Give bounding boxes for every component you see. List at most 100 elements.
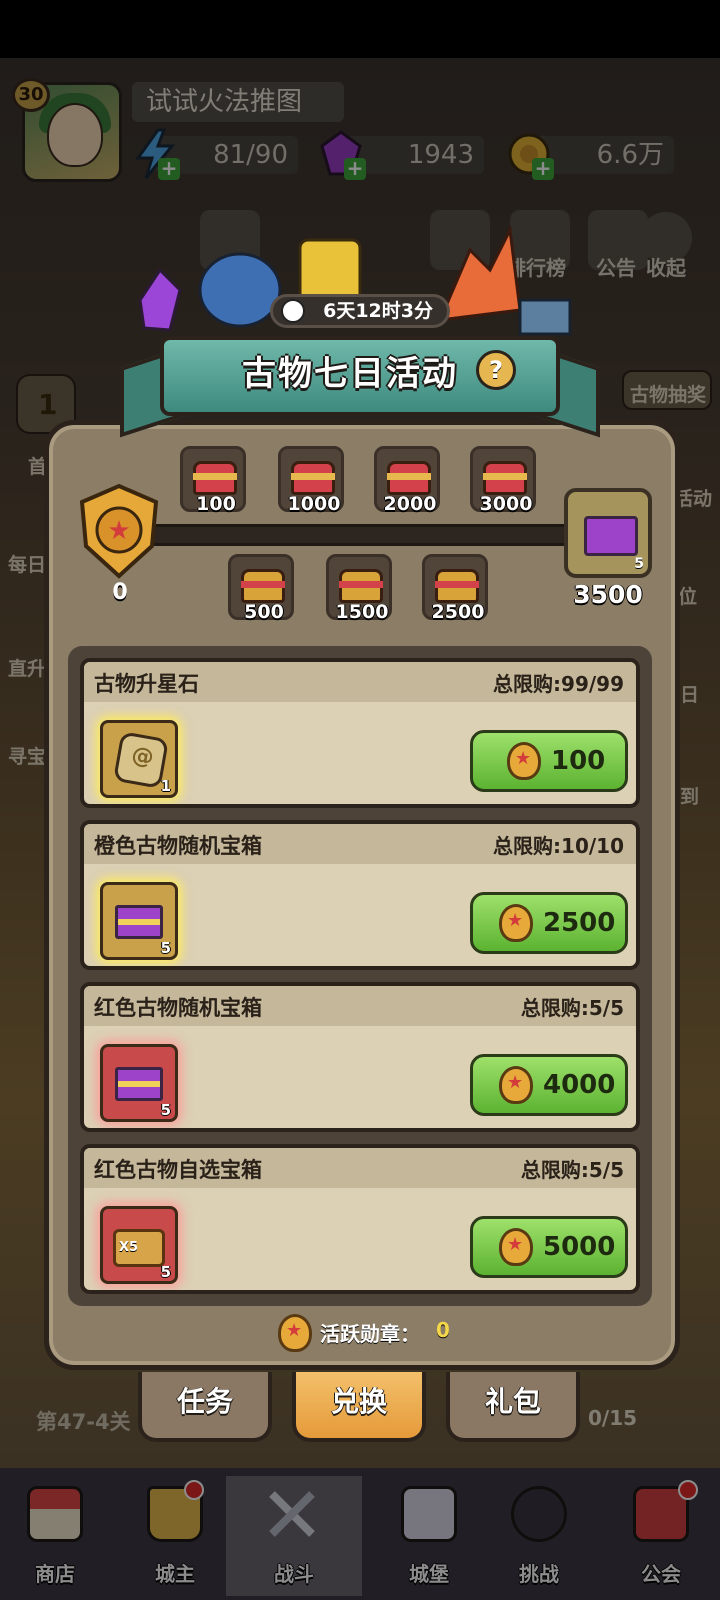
title-ribbon: 古物七日活动 (120, 328, 600, 438)
item-slot[interactable]: 5 (100, 1044, 178, 1122)
medal-currency-icon (499, 904, 533, 942)
add-gem-button[interactable]: + (344, 158, 366, 180)
item-slot[interactable]: 1 (100, 720, 178, 798)
chest-band (435, 581, 479, 588)
direct-label[interactable]: 直升 (8, 654, 46, 681)
nav-lord[interactable]: 城主 (120, 1476, 230, 1596)
item-slot[interactable]: 5 (100, 882, 178, 960)
player-level-badge: 30 (12, 78, 50, 112)
milestone-chest-2500[interactable]: 2500 (422, 554, 488, 623)
medal-total-label: 活跃勋章： (320, 1322, 420, 1346)
castle-icon (401, 1486, 457, 1542)
buy-button[interactable]: 100 (470, 730, 628, 792)
milestone-chest-3000[interactable]: 3000 (470, 446, 536, 515)
item-slot[interactable]: X5 5 (100, 1206, 178, 1284)
item-quantity: 5 (160, 939, 171, 957)
final-reward-chest[interactable]: 5 (564, 488, 652, 578)
crossed-swords-icon (269, 1491, 315, 1537)
side-label-right3[interactable]: 位 (678, 582, 697, 609)
purchase-limit: 总限购:99/99 (493, 672, 624, 696)
item-quantity: 1 (160, 777, 171, 795)
milestone-label: 100 (196, 493, 236, 515)
chest-band (339, 581, 383, 588)
progress-bar (150, 524, 570, 546)
event-timer: 6天12时3分 (270, 294, 450, 328)
item-name: 红色古物自选宝箱 (94, 1158, 262, 1182)
stage-label: 第47-4关 (36, 1410, 131, 1434)
exchange-item-card: 橙色古物随机宝箱 总限购:10/10 5 2500 (80, 820, 640, 970)
chest-band (193, 473, 237, 480)
side-label-right5[interactable]: 到 (680, 782, 699, 809)
nav-guild-label: 公会 (641, 1562, 681, 1586)
milestone-label: 2000 (383, 493, 437, 515)
progress-max: 3500 (573, 580, 643, 609)
milestone-chest-1000[interactable]: 1000 (278, 446, 344, 515)
milestone-chest-1500[interactable]: 1500 (326, 554, 392, 623)
activity-medal-total: 活跃勋章： 0 (274, 1314, 454, 1352)
buy-button[interactable]: 4000 (470, 1054, 628, 1116)
item-quantity: 5 (160, 1263, 171, 1281)
game-screen: 30 试试火法推图 81/90 + 1943 + 6.6万 + 排行榜 公告 收… (0, 0, 720, 1600)
chest-band (387, 473, 431, 480)
nav-battle[interactable]: 战斗 (226, 1476, 362, 1596)
final-reward-count: 5 (634, 556, 644, 572)
nav-shop-label: 商店 (35, 1562, 75, 1586)
chest-band (483, 473, 527, 480)
price: 4000 (543, 1070, 616, 1100)
nav-challenge[interactable]: 挑战 (484, 1476, 594, 1596)
milestone-label: 2500 (431, 601, 485, 623)
milestone-label: 1000 (287, 493, 341, 515)
nav-shop[interactable]: 商店 (0, 1476, 110, 1596)
nav-castle-label: 城堡 (409, 1562, 449, 1586)
svg-text:★: ★ (107, 516, 130, 546)
milestone-label: 3000 (479, 493, 533, 515)
collapse-label: 收起 (646, 256, 686, 280)
tab-gift-pack[interactable]: 礼包 (446, 1372, 580, 1442)
daily-label[interactable]: 每日 (8, 550, 46, 577)
medal-currency-icon (507, 742, 541, 780)
nav-castle[interactable]: 城堡 (374, 1476, 484, 1596)
nav-battle-label: 战斗 (274, 1562, 314, 1586)
event-timer-text: 6天12时3分 (323, 300, 433, 322)
milestone-chest-100[interactable]: 100 (180, 446, 246, 515)
medal-currency-icon (278, 1314, 312, 1352)
purple-chest-icon (115, 1067, 163, 1101)
price: 5000 (543, 1232, 616, 1262)
tab-tasks[interactable]: 任务 (138, 1372, 272, 1442)
exchange-item-card: 红色古物自选宝箱 总限购:5/5 X5 5 5000 (80, 1144, 640, 1294)
chest-band (241, 581, 285, 588)
price: 100 (551, 746, 606, 776)
side-label-right4[interactable]: 日 (680, 680, 699, 707)
exchange-item-card: 古物升星石 总限购:99/99 1 100 (80, 658, 640, 808)
add-energy-button[interactable]: + (158, 158, 180, 180)
announcement-label: 公告 (596, 256, 636, 280)
nav-guild[interactable]: 公会 (606, 1476, 716, 1596)
buy-button[interactable]: 2500 (470, 892, 628, 954)
stage-stars: 0/15 (588, 1406, 638, 1430)
add-gold-button[interactable]: + (532, 158, 554, 180)
help-button[interactable]: ? (476, 350, 516, 390)
tab-exchange[interactable]: 兑换 (292, 1372, 426, 1442)
nav-challenge-label: 挑战 (519, 1562, 559, 1586)
item-name: 古物升星石 (94, 672, 199, 696)
purple-chest-icon (115, 905, 163, 939)
purchase-limit: 总限购:5/5 (520, 996, 624, 1020)
nav-guild-notification-dot (678, 1480, 698, 1500)
milestone-chest-500[interactable]: 500 (228, 554, 294, 623)
medal-currency-icon (499, 1066, 533, 1104)
purchase-limit: 总限购:10/10 (493, 834, 624, 858)
purchase-limit: 总限购:5/5 (520, 1158, 624, 1182)
medal-total-value: 0 (436, 1318, 450, 1342)
buy-button[interactable]: 5000 (470, 1216, 628, 1278)
milestone-chest-2000[interactable]: 2000 (374, 446, 440, 515)
price: 2500 (543, 908, 616, 938)
event-title: 古物七日活动 (242, 354, 458, 394)
activity-medal-icon: ★ (79, 483, 159, 579)
item-name: 红色古物随机宝箱 (94, 996, 262, 1020)
milestone-label: 500 (244, 601, 284, 623)
item-name: 橙色古物随机宝箱 (94, 834, 262, 858)
treasure-label[interactable]: 寻宝 (8, 742, 46, 769)
chest-band (291, 473, 335, 480)
player-name: 试试火法推图 (132, 82, 344, 122)
avatar-face (47, 103, 103, 167)
